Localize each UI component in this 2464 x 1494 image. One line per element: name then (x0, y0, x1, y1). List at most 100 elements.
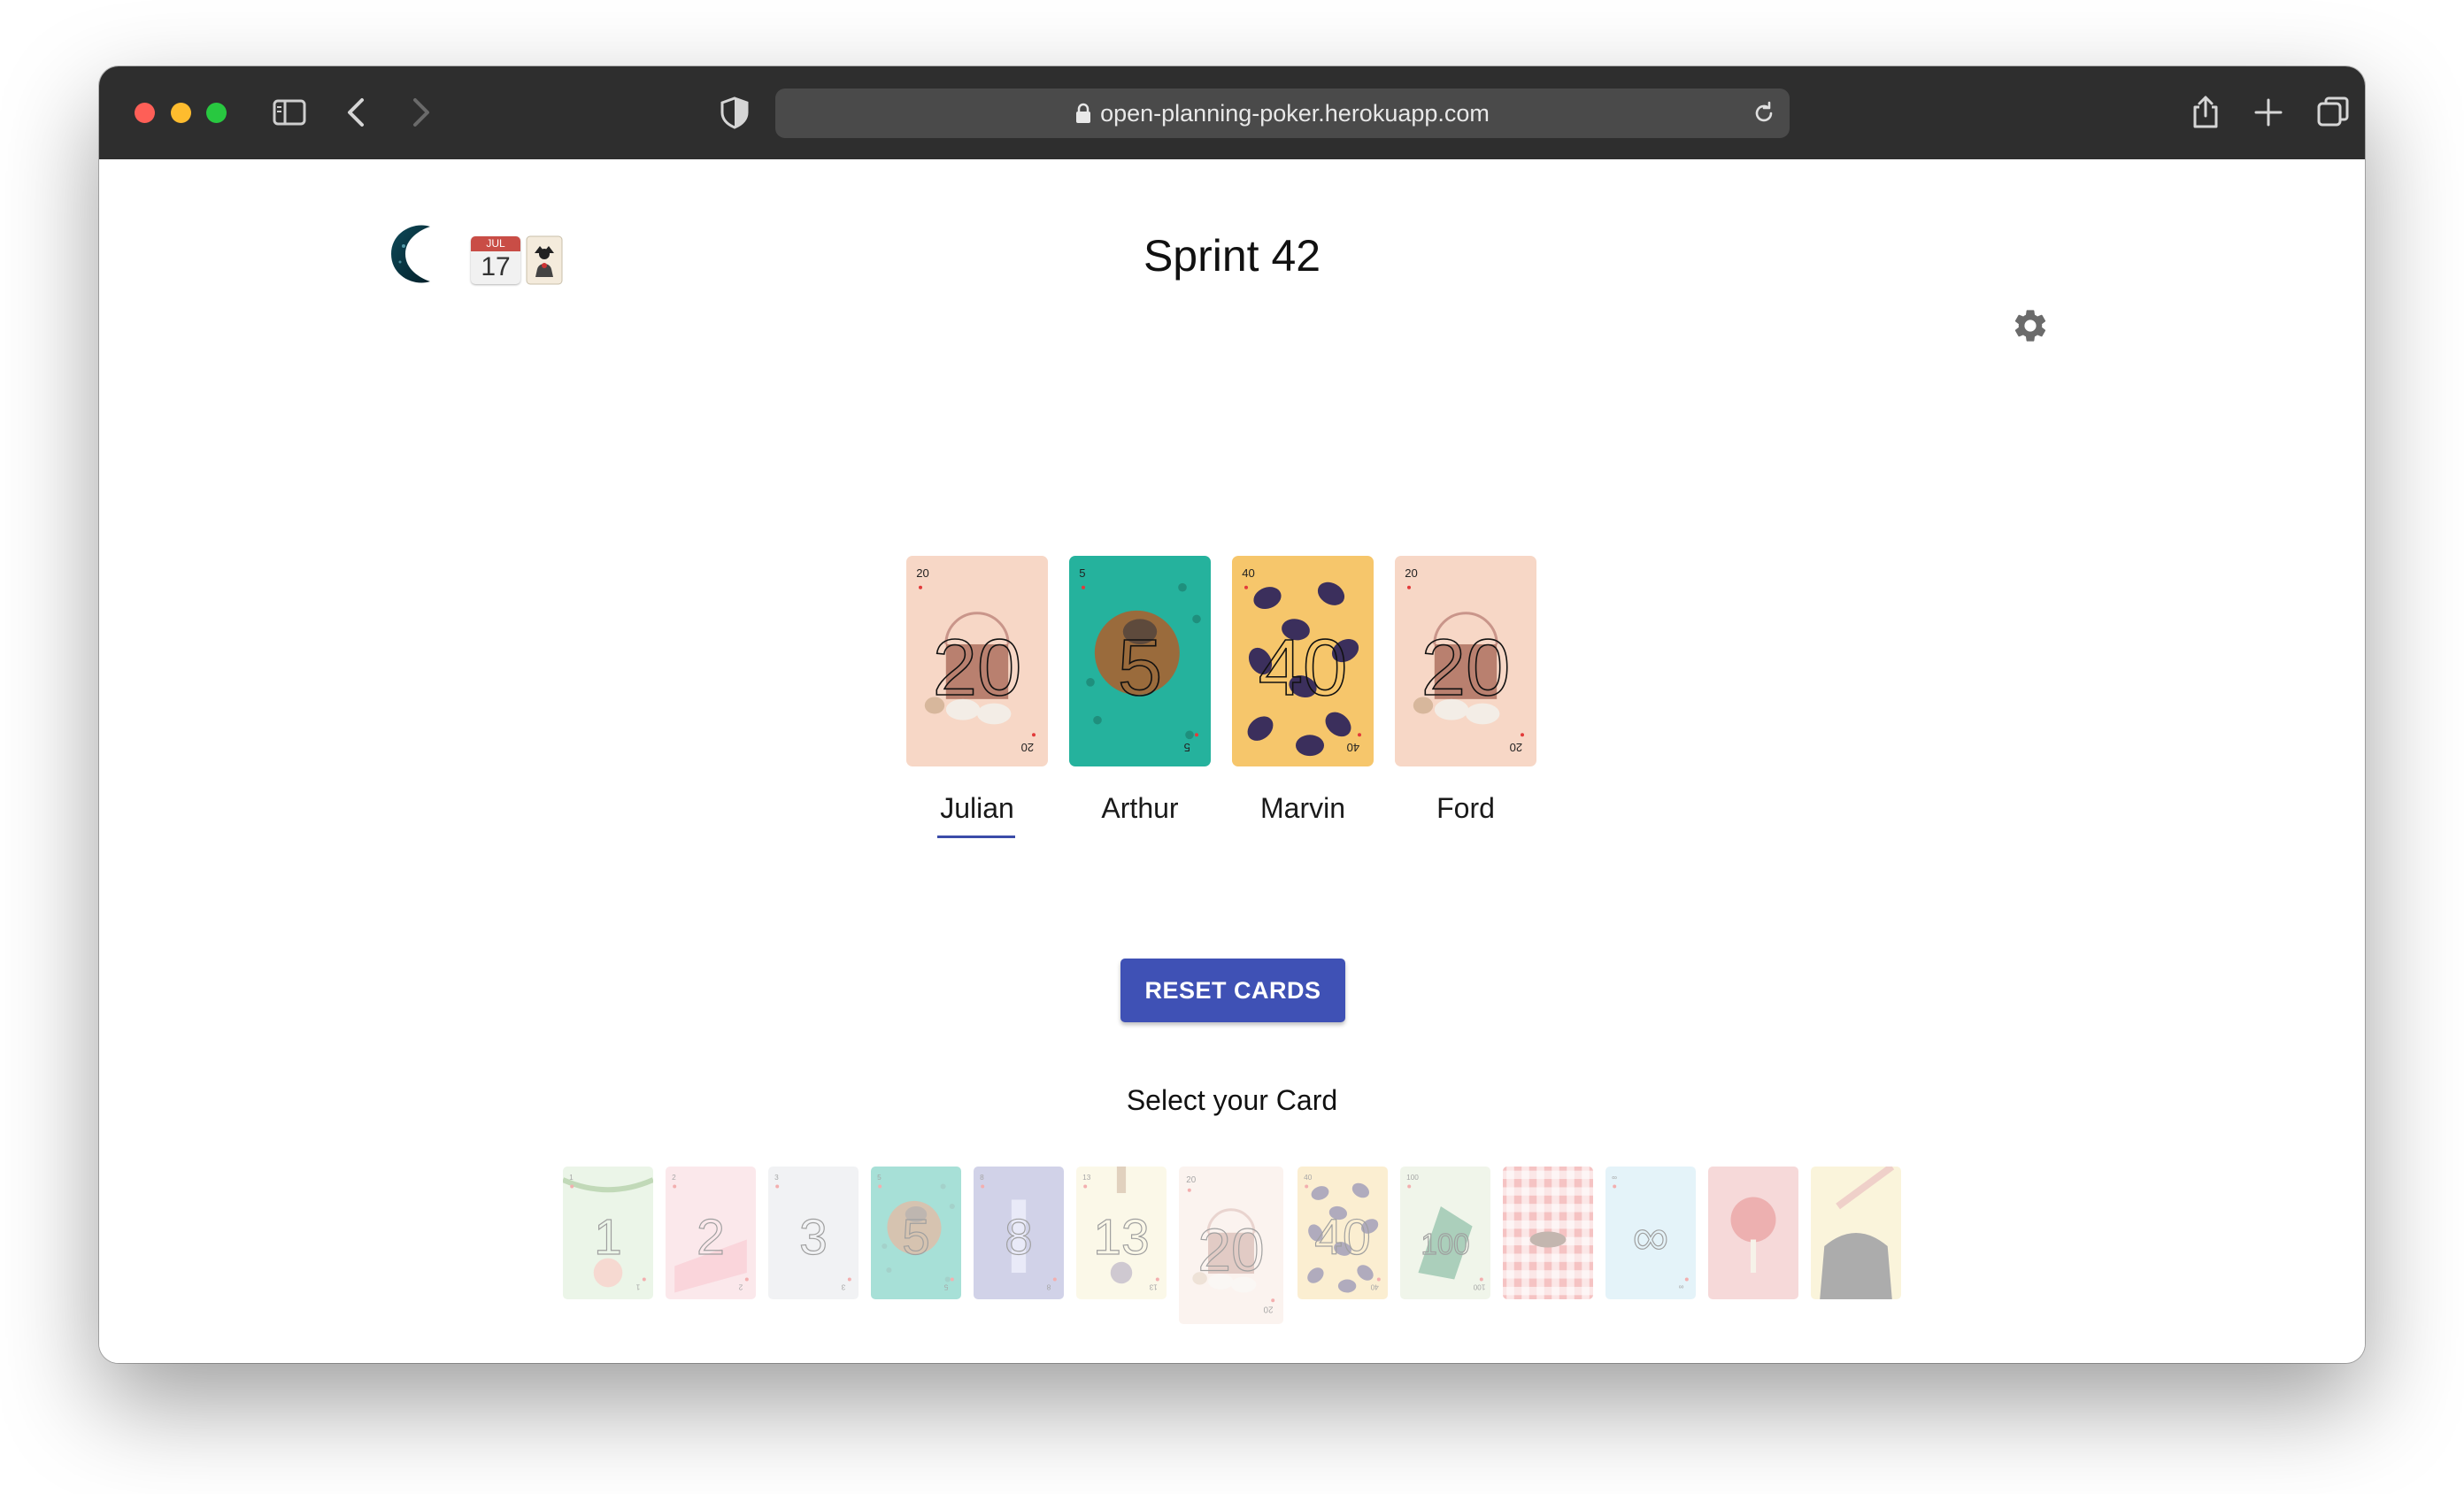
card-corner-value: 1 (635, 1283, 640, 1291)
card-corner-dot (1613, 1184, 1617, 1189)
card-value: 13 (1093, 1209, 1149, 1266)
card-corner-dot (1305, 1184, 1309, 1189)
zoom-window-button[interactable] (206, 103, 227, 123)
card-corner-dot (1479, 1277, 1483, 1282)
deck-card[interactable]: 2 2 2 (666, 1167, 756, 1299)
card-face-illustration: 5 5 5 (877, 1174, 955, 1291)
card-corner-value: 20 (916, 566, 929, 580)
card-corner-dot (919, 585, 922, 589)
card-face-illustration: 5 5 5 (1079, 566, 1201, 754)
player-name-ford: Ford (1436, 792, 1495, 824)
deck-card[interactable]: 100 100 100 (1400, 1167, 1490, 1299)
deck-card[interactable]: 5 5 5 (871, 1167, 961, 1299)
browser-window: open-planning-poker.herokuapp.com JUL 17… (99, 66, 2365, 1363)
settings-gear-icon[interactable] (2011, 306, 2050, 345)
card-corner-value: ∞ (1679, 1283, 1684, 1291)
back-arrow-icon[interactable] (338, 93, 377, 132)
card-corner-dot (673, 1184, 677, 1189)
card-value: 1 (594, 1209, 622, 1266)
card-corner-dot (1187, 1188, 1191, 1192)
card-value: 2 (697, 1209, 725, 1266)
player-card-ford: 20 20 20 (1395, 556, 1536, 766)
close-window-button[interactable] (135, 103, 155, 123)
card-corner-value: 20 (1186, 1175, 1196, 1185)
card-corner-dot (981, 1184, 985, 1189)
card-face-illustration: 8 8 8 (980, 1174, 1057, 1291)
card-corner-value: 20 (1263, 1304, 1273, 1313)
card-corner-value: 1 (569, 1174, 574, 1182)
card-corner-dot (950, 1277, 954, 1282)
card-corner-dot (1407, 1184, 1412, 1189)
deck-card[interactable]: 1 1 1 (563, 1167, 653, 1299)
card-value: 40 (1259, 623, 1348, 712)
deck-card[interactable]: ∞ ∞ ∞ (1605, 1167, 1696, 1299)
select-card-label: Select your Card (1126, 1084, 1338, 1116)
card-corner-dot (1376, 1277, 1381, 1282)
player-card-arthur: 5 5 5 (1069, 556, 1211, 766)
card-corner-value: 8 (980, 1174, 984, 1182)
card-corner-value: 3 (841, 1283, 845, 1291)
card-face-illustration: 20 20 20 (1186, 1175, 1275, 1313)
card-corner-dot (1195, 733, 1198, 737)
player-card-julian: 20 20 20 (906, 556, 1048, 766)
minimize-window-button[interactable] (171, 103, 191, 123)
reset-cards-button[interactable]: RESET CARDS (1120, 959, 1345, 1022)
new-tab-icon[interactable] (2249, 93, 2288, 132)
deck-card[interactable]: 40 40 40 (1297, 1167, 1388, 1299)
card-corner-value: 20 (1510, 741, 1523, 754)
lock-icon (1076, 103, 1091, 123)
card-corner-dot (1358, 733, 1361, 737)
deck-card[interactable]: 8 8 8 (974, 1167, 1064, 1299)
forward-arrow-icon[interactable] (400, 93, 439, 132)
page-title: Sprint 42 (1143, 231, 1321, 281)
card-corner-value: 100 (1406, 1174, 1419, 1182)
card-corner-value: 13 (1082, 1174, 1091, 1182)
card-face-illustration: 40 40 40 (1242, 566, 1361, 757)
player-name-arthur: Arthur (1101, 792, 1179, 824)
card-value: 3 (799, 1209, 828, 1266)
card-face-illustration: 2 2 2 (672, 1174, 749, 1293)
card-face-illustration: 1 1 1 (563, 1174, 653, 1291)
card-value: 8 (1005, 1209, 1033, 1266)
card-corner-dot (878, 1184, 882, 1189)
deck-card[interactable] (1708, 1167, 1798, 1299)
card-face-illustration: 3 3 3 (774, 1174, 851, 1291)
player-card-marvin: 40 40 40 (1232, 556, 1374, 766)
card-corner-value: 40 (1370, 1283, 1379, 1291)
card-corner-dot (1244, 585, 1248, 589)
tab-overview-icon[interactable] (2314, 93, 2352, 132)
card-value: 20 (1421, 623, 1511, 712)
deck-card[interactable] (1811, 1167, 1901, 1299)
card-corner-dot (1083, 1184, 1088, 1189)
card-corner-dot (1052, 1277, 1057, 1282)
card-value: ∞ (1633, 1209, 1669, 1266)
current-player-indicator (937, 836, 1015, 838)
card-value: 40 (1314, 1209, 1370, 1266)
sidebar-toggle-icon[interactable] (270, 93, 309, 132)
browser-titlebar: open-planning-poker.herokuapp.com (99, 66, 2365, 159)
address-bar[interactable]: open-planning-poker.herokuapp.com (775, 89, 1790, 138)
card-corner-dot (570, 1184, 574, 1189)
card-face-illustration: 20 20 20 (916, 566, 1036, 754)
card-corner-value: 5 (877, 1174, 882, 1182)
reload-icon[interactable] (1751, 100, 1777, 127)
card-face-illustration: 20 20 20 (1405, 566, 1524, 754)
card-corner-value: 20 (1021, 741, 1035, 754)
card-corner-dot (775, 1184, 780, 1189)
deck-card[interactable]: 3 3 3 (768, 1167, 859, 1299)
privacy-shield-icon[interactable] (715, 93, 754, 132)
card-corner-value: 100 (1473, 1283, 1485, 1291)
card-face-illustration: 40 40 40 (1304, 1174, 1381, 1293)
deck-card[interactable]: 20 20 20 (1179, 1167, 1283, 1324)
card-corner-value: 3 (774, 1174, 779, 1182)
card-corner-dot (1684, 1277, 1689, 1282)
url-text: open-planning-poker.herokuapp.com (1100, 100, 1490, 127)
card-corner-value: 5 (943, 1283, 948, 1291)
address-text[interactable]: open-planning-poker.herokuapp.com (775, 89, 1790, 138)
share-icon[interactable] (2186, 93, 2225, 132)
deck-card[interactable] (1503, 1167, 1593, 1299)
player-name-julian: Julian (940, 792, 1014, 824)
card-face-illustration (1820, 1167, 1895, 1299)
card-corner-value: 8 (1046, 1283, 1051, 1291)
deck-card[interactable]: 13 13 13 (1076, 1167, 1167, 1299)
